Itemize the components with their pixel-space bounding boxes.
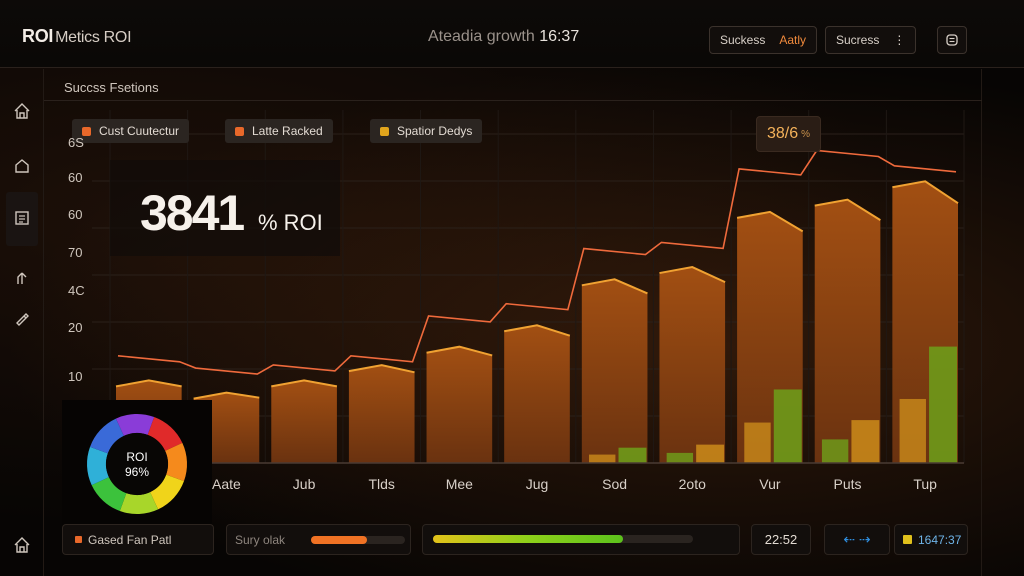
small-bar[interactable] [773,389,802,463]
legend-swatch-2 [235,126,244,136]
growth-progress-fill [433,535,623,543]
area-bar[interactable] [271,380,337,463]
x-tick-label: Vur [759,476,781,492]
legend-item-3[interactable]: Spatior Dedys [370,119,483,143]
small-bar[interactable] [851,420,880,463]
timer-swatch [903,535,912,544]
x-tick-label: Tlds [368,476,395,492]
x-tick-label: Jug [525,476,549,492]
y-tick-label: 20 [68,320,83,335]
y-tick-label: 60 [68,170,83,185]
y-tick-label: 60 [68,207,83,222]
small-bar[interactable] [744,422,771,463]
timer-chip[interactable]: 1647:37 [894,524,968,555]
bottom-legend-swatch [75,536,82,543]
y-tick-label: 4C [68,283,85,298]
x-tick-label: Tup [913,476,937,492]
small-bar[interactable] [899,398,926,463]
y-tick-label: 6S [68,135,84,150]
roi-headline-unit: % ROI [258,210,323,235]
donut-title: ROI [126,450,148,464]
legend-label-2: Latte Racked [252,124,323,138]
x-tick-label: Mee [445,476,473,492]
legend-item-2[interactable]: Latte Racked [225,119,333,143]
x-tick-label: 2oto [678,476,706,492]
bottom-legend-chip[interactable]: Gased Fan Patl [62,524,214,555]
timer-value: 1647:37 [918,532,962,547]
small-bar[interactable] [666,452,694,463]
y-tick-label: 70 [68,245,83,260]
peak-tooltip: 38/6 % [756,116,822,152]
y-tick-label: 10 [68,369,83,384]
small-bar[interactable] [696,444,725,463]
peak-tooltip-value: 38/6 [767,125,799,142]
area-bar[interactable] [504,325,570,463]
survey-slider-fill [311,536,368,544]
donut-value: 96% [124,465,150,479]
area-bar[interactable] [659,267,726,463]
small-bar[interactable] [821,439,849,463]
area-bar[interactable] [426,346,493,463]
area-bar[interactable] [581,279,648,463]
nav-arrows-button[interactable]: ⇠ ⇢ [824,524,890,555]
small-bar[interactable] [929,346,958,463]
x-tick-label: Jub [292,476,316,492]
area-bar[interactable] [348,365,415,463]
x-tick-label: Puts [833,476,862,492]
bottom-legend-label: Gased Fan Patl [88,532,172,547]
growth-progress-track [433,535,693,543]
legend-swatch-3 [380,126,389,136]
growth-progress [422,524,740,555]
survey-slider-label: Sury olak [235,532,286,547]
legend-label-1: Cust Cuutectur [99,124,180,138]
x-tick-label: Sod [602,476,628,492]
roi-headline: 3841 % ROI [110,160,340,256]
legend-label-3: Spatior Dedys [397,124,473,138]
roi-headline-value: 3841 [140,185,245,241]
survey-slider-track[interactable] [311,536,405,544]
small-bar[interactable] [618,447,647,463]
survey-slider[interactable]: Sury olak [226,524,411,555]
time-display: 22:52 [751,524,811,555]
small-bar[interactable] [589,454,616,463]
peak-tooltip-unit: % [801,128,811,140]
roi-donut-card: ROI 96% [62,400,212,525]
donut-hole [106,433,168,495]
